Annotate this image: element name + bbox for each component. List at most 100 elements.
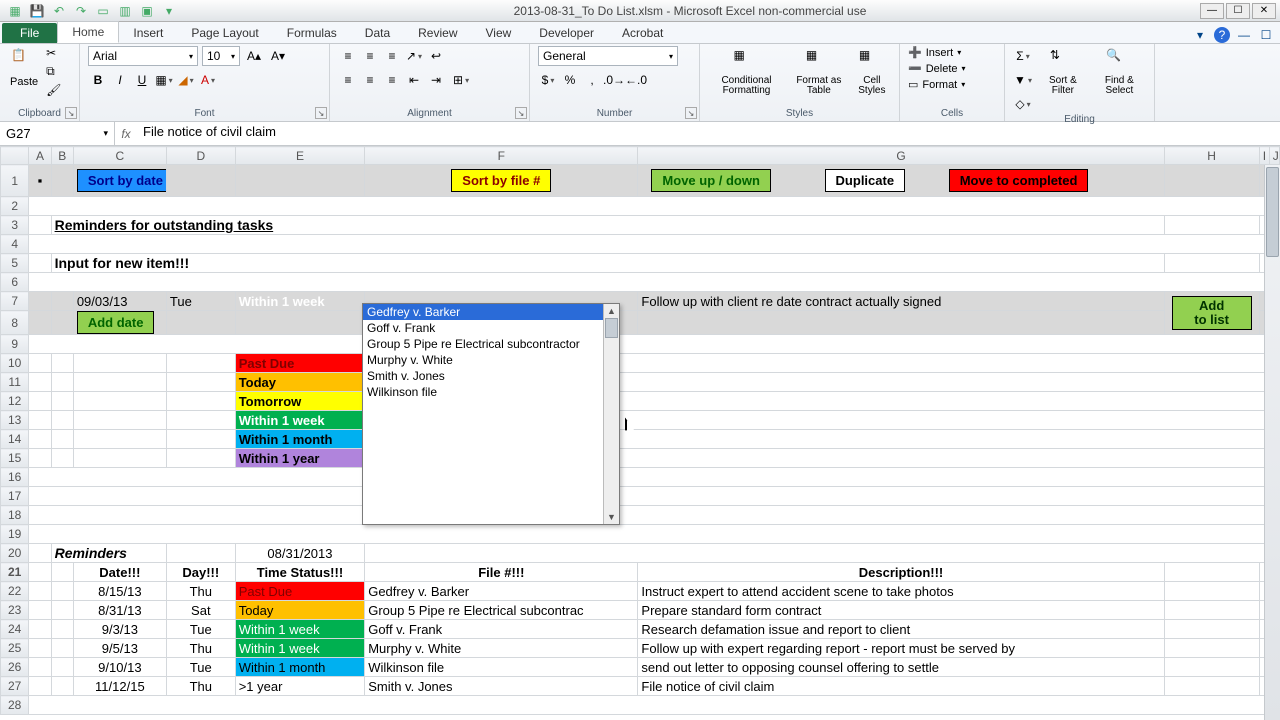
align-left-icon[interactable]: ≡ xyxy=(338,70,358,90)
row-header[interactable]: 8 xyxy=(1,311,29,335)
tab-developer[interactable]: Developer xyxy=(525,23,608,43)
delete-cells-button[interactable]: ➖Delete▾ xyxy=(908,62,996,75)
grow-font-icon[interactable]: A▴ xyxy=(244,46,264,66)
fx-icon[interactable]: fx xyxy=(115,122,137,145)
row-header[interactable]: 15 xyxy=(1,449,29,468)
tab-page-layout[interactable]: Page Layout xyxy=(177,23,272,43)
add-to-list-button[interactable]: Addto list xyxy=(1172,296,1252,331)
col-header-B[interactable]: B xyxy=(51,147,73,165)
format-painter-icon[interactable]: 🖌 xyxy=(46,83,61,97)
row-header[interactable]: 22 xyxy=(1,582,29,601)
name-box[interactable]: G27▾ xyxy=(0,122,115,145)
input-date-cell[interactable]: 09/03/13 xyxy=(73,292,166,311)
align-top-icon[interactable]: ≡ xyxy=(338,46,358,66)
row-header[interactable]: 11 xyxy=(1,373,29,392)
table-row[interactable]: 269/10/13TueWithin 1 monthWilkinson file… xyxy=(1,658,1280,677)
row-header[interactable]: 6 xyxy=(1,273,29,292)
select-all-corner[interactable] xyxy=(1,147,29,165)
row-header[interactable]: 18 xyxy=(1,506,29,525)
align-middle-icon[interactable]: ≡ xyxy=(360,46,380,66)
tab-home[interactable]: Home xyxy=(57,21,119,43)
tab-formulas[interactable]: Formulas xyxy=(273,23,351,43)
row-header[interactable]: 23 xyxy=(1,601,29,620)
cut-icon[interactable]: ✂ xyxy=(46,46,61,60)
dropdown-scroll-thumb[interactable] xyxy=(605,318,618,338)
cell-date[interactable]: 8/31/13 xyxy=(73,601,166,620)
cell-status[interactable]: Past Due xyxy=(235,582,365,601)
cell-description[interactable]: Prepare standard form contract xyxy=(638,601,1164,620)
cell-date[interactable]: 11/12/15 xyxy=(73,677,166,696)
row-header[interactable]: 2 xyxy=(1,197,29,216)
row-header[interactable]: 24 xyxy=(1,620,29,639)
cell-description[interactable]: send out letter to opposing counsel offe… xyxy=(638,658,1164,677)
table-row[interactable]: 249/3/13TueWithin 1 weekGoff v. FrankRes… xyxy=(1,620,1280,639)
input-day-cell[interactable]: Tue xyxy=(166,292,235,311)
col-header-G[interactable]: G xyxy=(638,147,1164,165)
cell-day[interactable]: Sat xyxy=(166,601,235,620)
row-header[interactable]: 25 xyxy=(1,639,29,658)
percent-icon[interactable]: % xyxy=(560,70,580,90)
cell-date[interactable]: 9/3/13 xyxy=(73,620,166,639)
duplicate-button[interactable]: Duplicate xyxy=(825,169,906,192)
row-header[interactable]: 1 xyxy=(1,165,29,197)
clipboard-launcher[interactable]: ↘ xyxy=(65,107,77,119)
cell-status[interactable]: Today xyxy=(235,601,365,620)
sort-by-file-button[interactable]: Sort by file # xyxy=(451,169,551,192)
row-header[interactable]: 19 xyxy=(1,525,29,544)
col-header-H[interactable]: H xyxy=(1164,147,1259,165)
cell-file[interactable]: Wilkinson file xyxy=(365,658,638,677)
col-header-I[interactable]: I xyxy=(1259,147,1269,165)
vertical-scrollbar[interactable] xyxy=(1264,165,1280,720)
tab-review[interactable]: Review xyxy=(404,23,471,43)
dropdown-option[interactable]: Goff v. Frank xyxy=(363,320,603,336)
font-launcher[interactable]: ↘ xyxy=(315,107,327,119)
cell-file[interactable]: Goff v. Frank xyxy=(365,620,638,639)
scroll-up-icon[interactable]: ▲ xyxy=(604,304,619,318)
row-header[interactable]: 27 xyxy=(1,677,29,696)
shrink-font-icon[interactable]: A▾ xyxy=(268,46,288,66)
column-headers[interactable]: A B C D E F G H I J xyxy=(1,147,1280,165)
row-header[interactable]: 28 xyxy=(1,696,29,715)
number-format-selector[interactable]: General▾ xyxy=(538,46,678,66)
cell-day[interactable]: Thu xyxy=(166,639,235,658)
tab-view[interactable]: View xyxy=(472,23,526,43)
qat-custom-1-icon[interactable]: ▭ xyxy=(94,2,112,20)
dropdown-option[interactable]: Murphy v. White xyxy=(363,352,603,368)
row-header[interactable]: 3 xyxy=(1,216,29,235)
col-header-J[interactable]: J xyxy=(1269,147,1279,165)
row-header[interactable]: 5 xyxy=(1,254,29,273)
dropdown-option[interactable]: Wilkinson file xyxy=(363,384,603,400)
workbook-restore-icon[interactable]: ☐ xyxy=(1258,27,1274,43)
cell-description[interactable]: Instruct expert to attend accident scene… xyxy=(638,582,1164,601)
cell-file[interactable]: Murphy v. White xyxy=(365,639,638,658)
col-header-D[interactable]: D xyxy=(166,147,235,165)
font-color-button[interactable]: A xyxy=(198,70,218,90)
cell-file[interactable]: Smith v. Jones xyxy=(365,677,638,696)
col-header-E[interactable]: E xyxy=(235,147,365,165)
row-header[interactable]: 21 xyxy=(1,563,29,582)
cell-date[interactable]: 9/5/13 xyxy=(73,639,166,658)
clear-icon[interactable]: ◇ xyxy=(1013,94,1033,114)
cell-day[interactable]: Thu xyxy=(166,677,235,696)
cell-day[interactable]: Tue xyxy=(166,620,235,639)
underline-button[interactable]: U xyxy=(132,70,152,90)
orientation-icon[interactable]: ↗ xyxy=(404,46,424,66)
row-header[interactable]: 14 xyxy=(1,430,29,449)
autosum-icon[interactable]: Σ xyxy=(1013,46,1033,66)
cell-status[interactable]: Within 1 week xyxy=(235,639,365,658)
decrease-indent-icon[interactable]: ⇤ xyxy=(404,70,424,90)
row-header[interactable]: 9 xyxy=(1,335,29,354)
move-to-completed-button[interactable]: Move to completed xyxy=(949,169,1089,192)
cell-description[interactable]: File notice of civil claim xyxy=(638,677,1164,696)
qat-dropdown-icon[interactable]: ▾ xyxy=(160,2,178,20)
file-tab[interactable]: File xyxy=(2,23,57,43)
col-header-F[interactable]: F xyxy=(365,147,638,165)
fill-icon[interactable]: ▼ xyxy=(1013,70,1033,90)
find-select-button[interactable]: 🔍Find & Select xyxy=(1093,46,1146,98)
worksheet-grid[interactable]: A B C D E F G H I J 1 ▪ Sort by date Sor… xyxy=(0,146,1280,720)
row-header[interactable]: 17 xyxy=(1,487,29,506)
row-header[interactable]: 12 xyxy=(1,392,29,411)
table-row[interactable]: 228/15/13ThuPast DueGedfrey v. BarkerIns… xyxy=(1,582,1280,601)
increase-indent-icon[interactable]: ⇥ xyxy=(426,70,446,90)
table-row[interactable]: 259/5/13ThuWithin 1 weekMurphy v. WhiteF… xyxy=(1,639,1280,658)
